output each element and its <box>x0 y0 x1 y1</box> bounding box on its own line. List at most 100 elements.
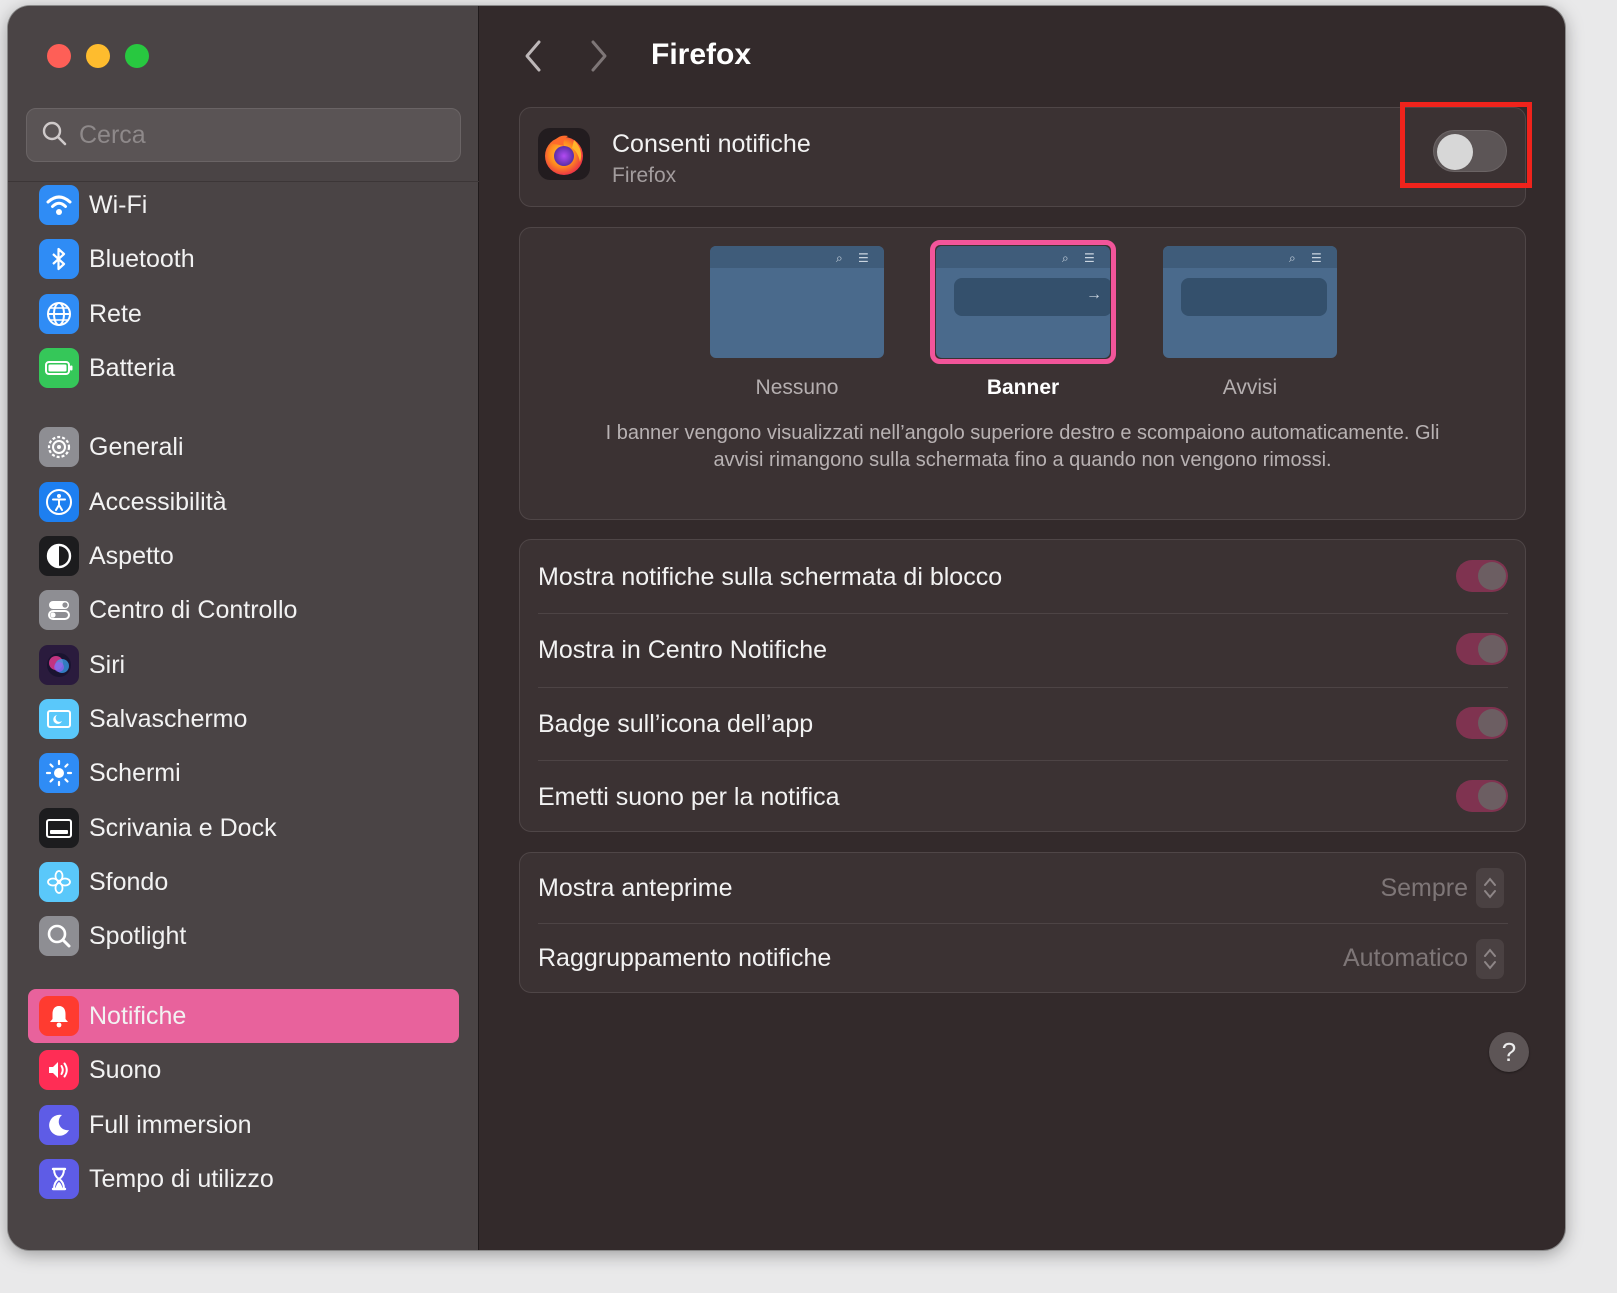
search-icon: ⌕ <box>1062 251 1069 265</box>
notification-center-toggle[interactable] <box>1456 633 1508 665</box>
sidebar-item-sfondo[interactable]: Sfondo <box>28 855 459 909</box>
preview-banner: ⌕ ☰ → <box>936 246 1110 358</box>
settings-window: Wi-Fi Bluetooth Rete Batte <box>8 6 1565 1250</box>
previews-select-stepper[interactable] <box>1476 868 1504 908</box>
sidebar-item-label: Rete <box>89 299 142 328</box>
search-icon <box>41 120 67 151</box>
accessibility-icon <box>39 482 79 522</box>
sidebar-item-label: Centro di Controllo <box>89 595 298 624</box>
search-field[interactable] <box>26 108 461 162</box>
alert-style-description: I banner vengono visualizzati nell’angol… <box>605 422 1440 471</box>
option-row-badge: Badge sull’icona dell’app <box>538 687 1508 761</box>
sidebar-item-notifiche[interactable]: Notifiche <box>28 989 459 1043</box>
option-label: Badge sull’icona dell’app <box>538 709 814 738</box>
lock-screen-toggle[interactable] <box>1456 560 1508 592</box>
sidebar-item-label: Sfondo <box>89 867 169 896</box>
sidebar-item-label: Notifiche <box>89 1001 187 1030</box>
wallpaper-icon <box>39 862 79 902</box>
sidebar-item-spotlight[interactable]: Spotlight <box>28 909 459 963</box>
dock-icon <box>39 808 79 848</box>
navigation-arrows <box>520 36 612 76</box>
sidebar-item-label: Siri <box>89 650 126 679</box>
sidebar-item-centro-di-controllo[interactable]: Centro di Controllo <box>28 583 459 637</box>
sidebar-item-rete[interactable]: Rete <box>28 287 459 341</box>
sidebar-item-scrivania-e-dock[interactable]: Scrivania e Dock <box>28 801 459 855</box>
search-icon: ⌕ <box>1289 251 1296 265</box>
wifi-icon <box>39 185 79 225</box>
back-button[interactable] <box>520 36 546 76</box>
previews-select-value[interactable]: Sempre <box>1380 874 1468 903</box>
bell-icon <box>39 996 79 1036</box>
highlight-annotation-box <box>1400 102 1532 188</box>
sidebar-item-label: Bluetooth <box>89 244 195 273</box>
hourglass-icon <box>39 1159 79 1199</box>
allow-notifications-card: Consenti notifiche Firefox <box>519 107 1526 207</box>
select-row-previews: Mostra anteprime Sempre <box>538 853 1508 923</box>
sidebar-item-salvaschermo[interactable]: Salvaschermo <box>28 692 459 746</box>
control-center-icon <box>39 590 79 630</box>
preview-grouping-card: Mostra anteprime Sempre Raggruppamento n… <box>519 852 1526 993</box>
bluetooth-icon <box>39 239 79 279</box>
sidebar-item-tempo-di-utilizzo[interactable]: Tempo di utilizzo <box>28 1152 459 1206</box>
sidebar-item-accessibilita[interactable]: Accessibilità <box>28 475 459 529</box>
badge-toggle[interactable] <box>1456 707 1508 739</box>
option-row-notification-center: Mostra in Centro Notifiche <box>538 613 1508 687</box>
sidebar-item-aspetto[interactable]: Aspetto <box>28 529 459 583</box>
sidebar-item-label: Salvaschermo <box>89 704 248 733</box>
close-button[interactable] <box>47 44 71 68</box>
sidebar-item-suono[interactable]: Suono <box>28 1043 459 1097</box>
grouping-select-stepper[interactable] <box>1476 938 1504 979</box>
arrow-right-icon: → <box>1086 286 1102 303</box>
option-label: Mostra notifiche sulla schermata di bloc… <box>538 562 1003 591</box>
select-label: Mostra anteprime <box>538 873 733 902</box>
sidebar-item-schermi[interactable]: Schermi <box>28 746 459 800</box>
preview-none: ⌕ ☰ <box>710 246 884 358</box>
select-row-grouping: Raggruppamento notifiche Automatico <box>538 923 1508 994</box>
alert-style-label: Banner <box>986 376 1060 399</box>
gear-icon <box>39 427 79 467</box>
app-name-label: Firefox <box>612 164 677 187</box>
sidebar-item-siri[interactable]: Siri <box>28 638 459 692</box>
control-icon: ☰ <box>1084 251 1095 265</box>
sidebar-item-batteria[interactable]: Batteria <box>28 341 459 395</box>
control-icon: ☰ <box>1311 251 1322 265</box>
sidebar-item-wifi[interactable]: Wi-Fi <box>28 178 459 232</box>
alert-style-label: Nessuno <box>755 376 839 399</box>
chevron-up-down-icon <box>1484 877 1496 899</box>
sidebar-item-label: Spotlight <box>89 921 187 950</box>
option-label: Emetti suono per la notifica <box>538 782 840 811</box>
alert-style-banner[interactable]: ⌕ ☰ → Banner <box>936 246 1110 400</box>
page-title: Firefox <box>651 38 752 71</box>
sidebar-item-label: Schermi <box>89 758 181 787</box>
grouping-select-value[interactable]: Automatico <box>1343 944 1468 973</box>
speaker-icon <box>39 1050 79 1090</box>
sidebar-item-label: Accessibilità <box>89 487 227 516</box>
forward-button[interactable] <box>586 36 612 76</box>
allow-notifications-label: Consenti notifiche <box>612 130 811 158</box>
sidebar-item-full-immersion[interactable]: Full immersion <box>28 1098 459 1152</box>
option-label: Mostra in Centro Notifiche <box>538 635 828 664</box>
siri-icon <box>39 645 79 685</box>
sidebar-item-label: Full immersion <box>89 1110 252 1139</box>
sidebar-item-label: Generali <box>89 432 184 461</box>
option-row-lock-screen: Mostra notifiche sulla schermata di bloc… <box>538 540 1508 614</box>
sidebar-item-generali[interactable]: Generali <box>28 420 459 474</box>
search-input[interactable] <box>79 120 439 150</box>
zoom-button[interactable] <box>125 44 149 68</box>
alert-style-card: ⌕ ☰ Nessuno ⌕ ☰ → Banner ⌕ ☰ Avvisi I ba… <box>519 227 1526 520</box>
battery-icon <box>39 348 79 388</box>
brightness-icon <box>39 753 79 793</box>
alert-style-none[interactable]: ⌕ ☰ Nessuno <box>710 246 884 400</box>
sound-toggle[interactable] <box>1456 780 1508 812</box>
chevron-left-icon <box>525 40 541 72</box>
sidebar-item-label: Suono <box>89 1055 162 1084</box>
alert-style-alerts[interactable]: ⌕ ☰ Avvisi <box>1163 246 1337 400</box>
spotlight-icon <box>39 916 79 956</box>
appearance-icon <box>39 536 79 576</box>
sidebar-item-bluetooth[interactable]: Bluetooth <box>28 232 459 286</box>
select-label: Raggruppamento notifiche <box>538 944 832 972</box>
firefox-icon <box>538 128 590 180</box>
sidebar: Wi-Fi Bluetooth Rete Batte <box>8 6 479 1250</box>
help-button[interactable]: ? <box>1489 1032 1529 1072</box>
minimize-button[interactable] <box>86 44 110 68</box>
